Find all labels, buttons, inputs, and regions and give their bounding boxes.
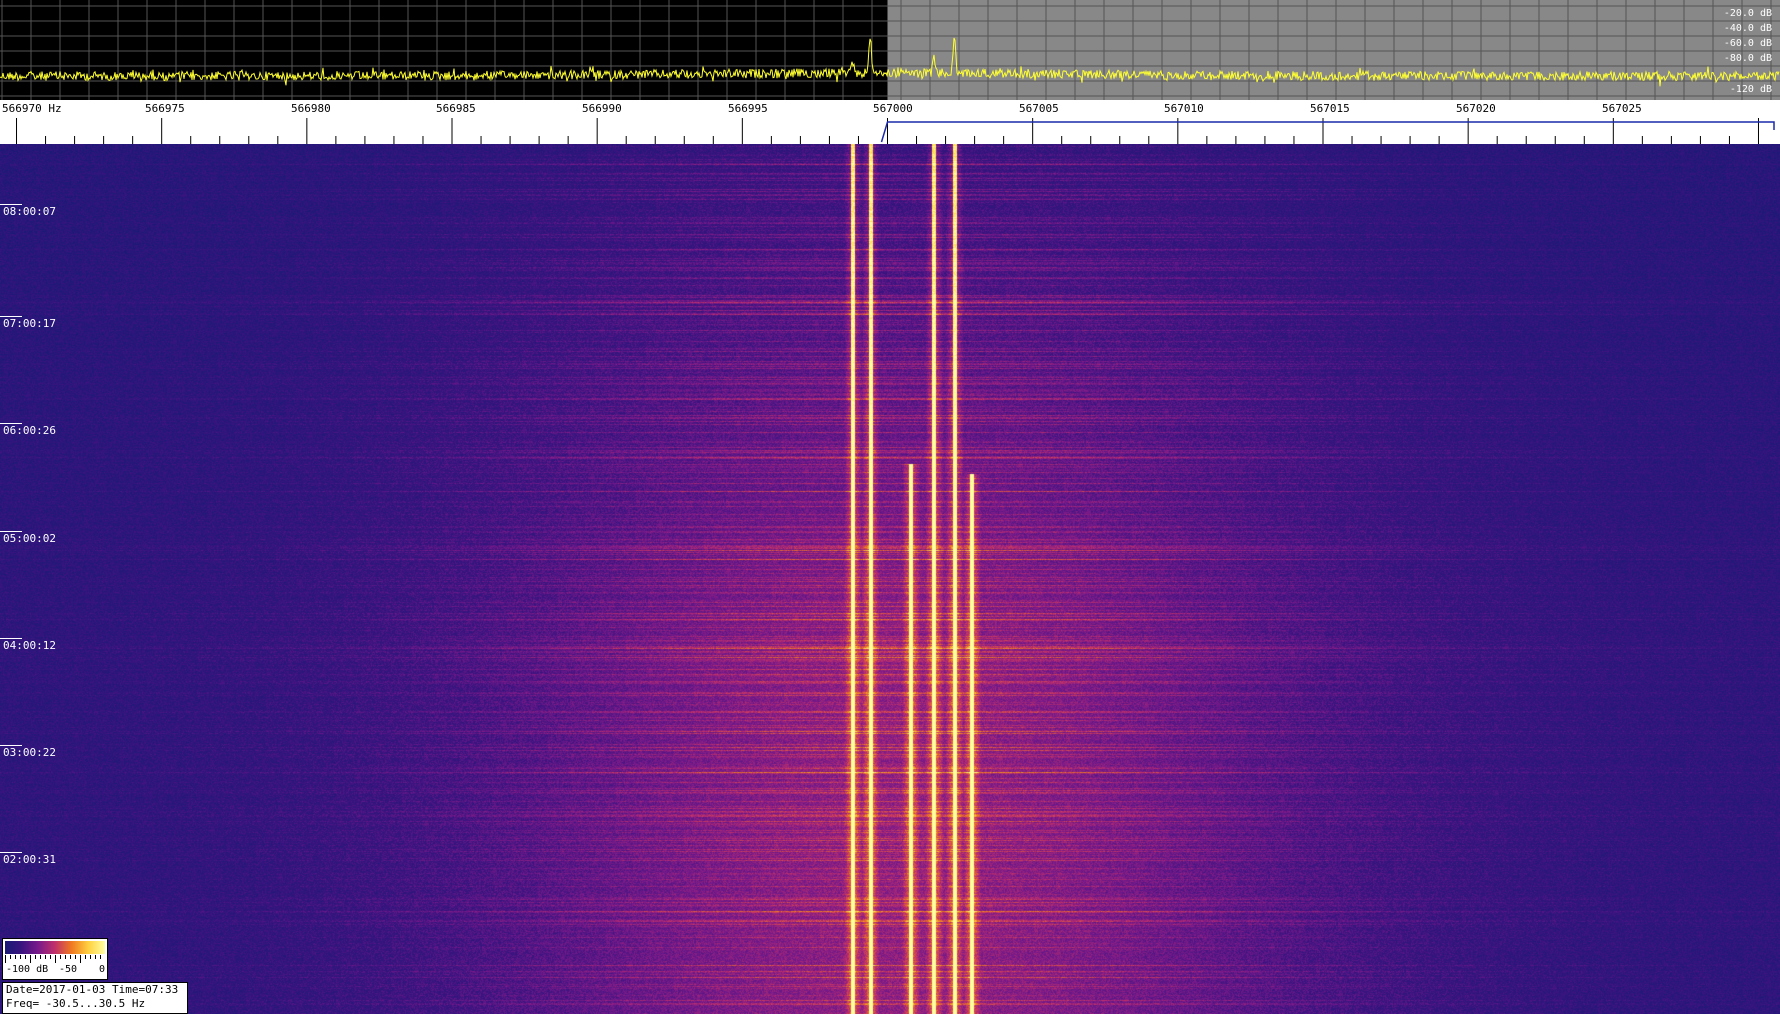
db-label-40: -40.0 dB bbox=[1723, 23, 1772, 34]
selection-bracket bbox=[880, 121, 1775, 143]
freq-label-567005: 567005 bbox=[1019, 102, 1059, 115]
db-label-80: -80.0 dB bbox=[1723, 53, 1772, 64]
time-label: 05:00:02 bbox=[3, 532, 56, 545]
time-label: 06:00:26 bbox=[3, 424, 56, 437]
freq-label-566980: 566980 bbox=[291, 102, 331, 115]
db-scale: -20.0 dB -40.0 dB -60.0 dB -80.0 dB -120… bbox=[1722, 6, 1774, 95]
info-box: Date=2017-01-03 Time=07:33 Freq= -30.5..… bbox=[2, 982, 188, 1014]
waterfall-panel[interactable]: 08:00:07 07:00:17 06:00:26 05:00:02 04:0… bbox=[0, 144, 1780, 1014]
spectrum-plot[interactable] bbox=[0, 0, 1780, 100]
freq-label-566985: 566985 bbox=[436, 102, 476, 115]
colorbar-label-min: -100 dB bbox=[6, 964, 49, 975]
waterfall-spectrogram[interactable] bbox=[0, 144, 1780, 1014]
freq-label-567000: 567000 bbox=[873, 102, 913, 115]
time-label: 02:00:31 bbox=[3, 853, 56, 866]
db-label-60: -60.0 dB bbox=[1723, 38, 1772, 49]
freq-label-566975: 566975 bbox=[145, 102, 185, 115]
selected-band-highlight bbox=[887, 0, 1780, 100]
db-label-120: -120 dB bbox=[1729, 84, 1772, 95]
freq-label-566995: 566995 bbox=[728, 102, 768, 115]
freq-label-567010: 567010 bbox=[1164, 102, 1204, 115]
freq-label-567015: 567015 bbox=[1310, 102, 1350, 115]
spectrum-panel[interactable]: -20.0 dB -40.0 dB -60.0 dB -80.0 dB -120… bbox=[0, 0, 1780, 100]
freq-label-567025: 567025 bbox=[1602, 102, 1642, 115]
freq-label-566990: 566990 bbox=[582, 102, 622, 115]
colorbar-label-mid: -50 bbox=[59, 964, 78, 975]
info-frequency-range: Freq= -30.5...30.5 Hz bbox=[6, 997, 146, 1010]
freq-label-567020: 567020 bbox=[1456, 102, 1496, 115]
frequency-axis[interactable]: 566970 Hz 566975 566980 566985 566990 56… bbox=[0, 100, 1780, 144]
time-label: 04:00:12 bbox=[3, 639, 56, 652]
colorbar-label-max: 0 bbox=[99, 964, 106, 975]
colorbar-legend: -100 dB -50 0 bbox=[2, 938, 108, 980]
freq-label-566970: 566970 Hz bbox=[2, 102, 62, 115]
colorbar-gradient bbox=[5, 941, 105, 954]
colorbar-ticks bbox=[5, 955, 101, 963]
time-label: 03:00:22 bbox=[3, 746, 56, 759]
time-label: 07:00:17 bbox=[3, 317, 56, 330]
db-label-20: -20.0 dB bbox=[1723, 8, 1772, 19]
time-label: 08:00:07 bbox=[3, 205, 56, 218]
info-date-time: Date=2017-01-03 Time=07:33 bbox=[6, 983, 179, 996]
